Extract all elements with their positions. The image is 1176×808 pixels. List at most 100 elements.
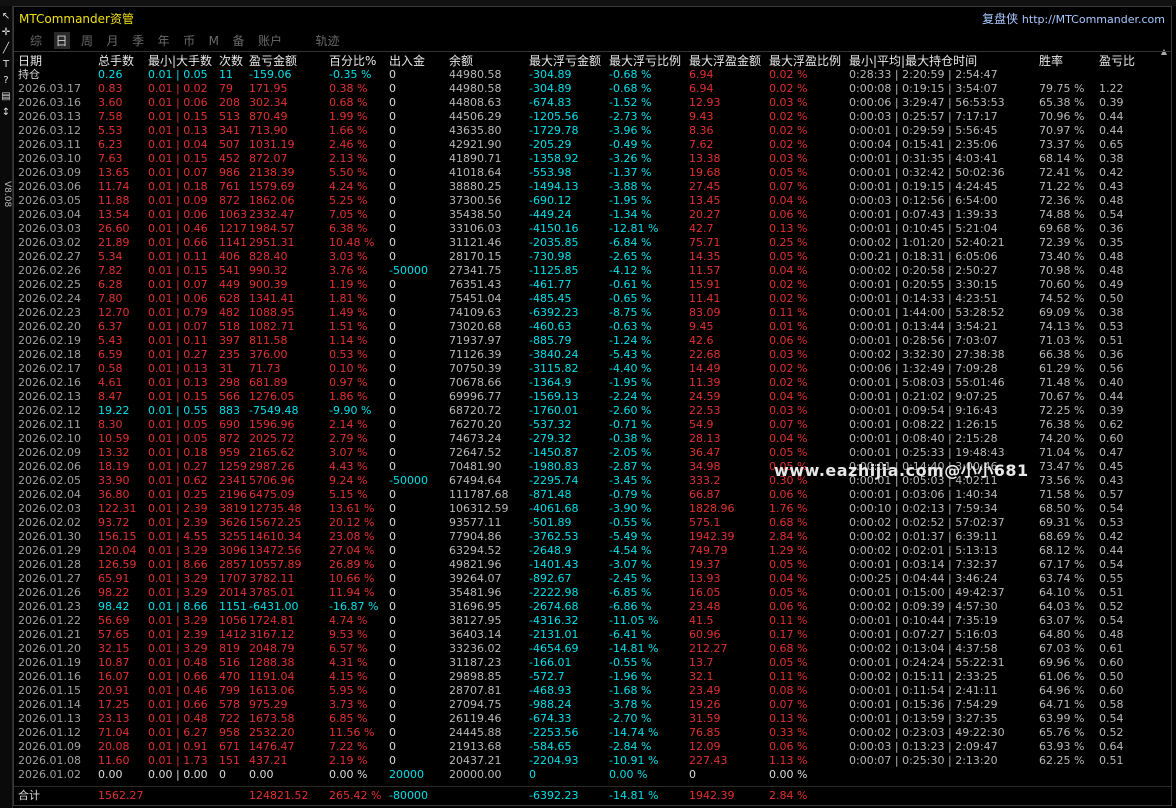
tab-trace[interactable]: 轨迹 xyxy=(314,32,342,49)
tab-summary[interactable]: 综 xyxy=(28,32,44,49)
table-row[interactable]: 2026.01.20 32.15 0.01 | 3.29 819 2048.79 6.57… xyxy=(14,642,1171,656)
table-row[interactable]: 2026.01.22 56.69 0.01 | 3.29 1056 1724.81 4.7… xyxy=(14,614,1171,628)
table-row[interactable]: 2026.01.08 11.60 0.01 | 1.73 151 437.21 2.19 … xyxy=(14,754,1171,768)
table-row[interactable]: 2026.02.13 8.47 0.01 | 0.15 566 1276.05 1.86 … xyxy=(14,390,1171,404)
cell-max-float-profit: 31.59 xyxy=(689,712,721,725)
cell-max-float-loss-pct: -2.24 % xyxy=(609,390,652,403)
header-max-float-loss-pct[interactable]: 最大浮亏比例 xyxy=(609,54,681,68)
open-positions-row[interactable]: 持仓 0.26 0.01 | 0.05 11 -159.06 -0.35 % 0 44980.… xyxy=(14,68,1171,82)
header-total-lots[interactable]: 总手数 xyxy=(98,54,134,68)
tab-year[interactable]: 年 xyxy=(156,32,172,49)
header-cash-flow[interactable]: 出入金 xyxy=(389,54,425,68)
table-row[interactable]: 2026.02.24 7.80 0.01 | 0.06 628 1341.41 1.81 … xyxy=(14,292,1171,306)
table-row[interactable]: 2026.03.12 5.53 0.01 | 0.13 341 713.90 1.66 %… xyxy=(14,124,1171,138)
table-row[interactable]: 2026.01.13 23.13 0.01 | 0.48 722 1673.58 6.85… xyxy=(14,712,1171,726)
cell-hold-time: 0:00:01 | 0:31:35 | 4:03:41 xyxy=(849,152,998,165)
totals-percent: 265.42 % xyxy=(329,789,382,802)
cell-pl-ratio: 0.48 xyxy=(1099,250,1124,263)
table-row[interactable]: 2026.03.09 13.65 0.01 | 0.07 986 2138.39 5.50… xyxy=(14,166,1171,180)
crosshair-icon[interactable]: ✛ xyxy=(0,26,12,40)
table-row[interactable]: 2026.02.17 0.58 0.01 | 0.13 31 71.73 0.10 % 0 7… xyxy=(14,362,1171,376)
cell-max-float-loss-pct: -0.79 % xyxy=(609,488,652,501)
header-profit[interactable]: 盈亏金额 xyxy=(249,54,297,68)
table-row[interactable]: 2026.01.27 65.91 0.01 | 3.29 1707 3782.11 10.… xyxy=(14,572,1171,586)
line-icon[interactable]: ╱ xyxy=(0,42,12,56)
table-row[interactable]: 2026.02.19 5.43 0.01 | 0.11 397 811.58 1.14 %… xyxy=(14,334,1171,348)
tab-day[interactable]: 日 xyxy=(53,32,70,49)
tab-month[interactable]: 月 xyxy=(105,32,121,49)
table-row[interactable]: 2026.01.23 98.42 0.01 | 8.66 1151 -6431.00 -1… xyxy=(14,600,1171,614)
table-row[interactable]: 2026.03.16 3.60 0.01 | 0.06 208 302.34 0.68 %… xyxy=(14,96,1171,110)
table-row[interactable]: 2026.02.27 5.34 0.01 | 0.11 406 828.40 3.03 %… xyxy=(14,250,1171,264)
header-min-max-lots[interactable]: 最小|大手数 xyxy=(148,54,212,68)
table-row[interactable]: 2026.02.03 122.31 0.01 | 2.39 3819 12735.48 1… xyxy=(14,502,1171,516)
table-row[interactable]: 2026.02.26 7.82 0.01 | 0.15 541 990.32 3.76 %… xyxy=(14,264,1171,278)
table-row[interactable]: 2026.01.26 98.22 0.01 | 3.29 2014 3785.01 11.… xyxy=(14,586,1171,600)
table-row[interactable]: 2026.03.05 11.88 0.01 | 0.09 872 1862.06 5.25… xyxy=(14,194,1171,208)
cell-win-rate: 61.06 % xyxy=(1039,670,1085,683)
table-row[interactable]: 2026.01.15 20.91 0.01 | 0.46 799 1613.06 5.95… xyxy=(14,684,1171,698)
cell-profit: 828.40 xyxy=(249,250,288,263)
table-row[interactable]: 2026.03.03 26.60 0.01 | 0.46 1217 1984.57 6.3… xyxy=(14,222,1171,236)
table-row[interactable]: 2026.03.04 13.54 0.01 | 0.06 1063 2332.47 7.0… xyxy=(14,208,1171,222)
header-max-float-loss[interactable]: 最大浮亏金额 xyxy=(529,54,601,68)
table-row[interactable]: 2026.02.20 6.37 0.01 | 0.07 518 1082.71 1.51 … xyxy=(14,320,1171,334)
text-icon[interactable]: T xyxy=(0,58,12,72)
cell-pl-ratio: 0.45 xyxy=(1099,460,1124,473)
site-url[interactable]: http://MTCommander.com xyxy=(1022,13,1165,26)
header-balance[interactable]: 余额 xyxy=(449,54,473,68)
cell-cash-flow: 0 xyxy=(389,558,396,571)
table-row[interactable]: 2026.02.04 36.80 0.01 | 0.25 2196 6475.09 5.1… xyxy=(14,488,1171,502)
header-pl-ratio[interactable]: 盈亏比 xyxy=(1099,54,1135,68)
table-row[interactable]: 2026.01.14 17.25 0.01 | 0.66 578 975.29 3.73 … xyxy=(14,698,1171,712)
cell-total-lots: 0.00 xyxy=(98,768,123,781)
arrow-icon[interactable]: ↕ xyxy=(0,106,12,120)
table-row[interactable]: 2026.01.28 126.59 0.01 | 8.66 2857 10557.89 2… xyxy=(14,558,1171,572)
tab-m[interactable]: M xyxy=(207,34,221,48)
table-row[interactable]: 2026.02.23 12.70 0.01 | 0.79 482 1088.95 1.49… xyxy=(14,306,1171,320)
help-icon[interactable]: ? xyxy=(0,74,12,88)
table-row[interactable]: 2026.01.30 156.15 0.01 | 4.55 3255 14610.34 2… xyxy=(14,530,1171,544)
cell-win-rate: 71.48 % xyxy=(1039,376,1085,389)
table-row[interactable]: 2026.02.12 19.22 0.01 | 0.55 883 -7549.48 -9.… xyxy=(14,404,1171,418)
cell-hold-time: 0:00:01 | 0:09:54 | 9:16:43 xyxy=(849,404,998,417)
table-row[interactable]: 2026.02.25 6.28 0.01 | 0.07 449 900.39 1.19 %… xyxy=(14,278,1171,292)
table-row[interactable]: 2026.02.16 4.61 0.01 | 0.13 298 681.89 0.97 %… xyxy=(14,376,1171,390)
table-row[interactable]: 2026.02.10 10.59 0.01 | 0.05 872 2025.72 2.79… xyxy=(14,432,1171,446)
cursor-icon[interactable]: ↖ xyxy=(0,10,12,24)
header-win-rate[interactable]: 胜率 xyxy=(1039,54,1063,68)
site-link[interactable]: 复盘侠 http://MTCommander.com xyxy=(982,10,1165,27)
chart-icon[interactable]: ▤ xyxy=(0,90,12,104)
table-row[interactable]: 2026.02.11 8.30 0.01 | 0.05 690 1596.96 2.14 … xyxy=(14,418,1171,432)
tab-account[interactable]: 账户 xyxy=(256,32,284,49)
cell-balance: 43635.80 xyxy=(449,124,502,137)
table-row[interactable]: 2026.01.12 71.04 0.01 | 6.27 958 2532.20 11.5… xyxy=(14,726,1171,740)
table-row[interactable]: 2026.03.06 11.74 0.01 | 0.18 761 1579.69 4.24… xyxy=(14,180,1171,194)
table-row[interactable]: 2026.01.09 20.08 0.01 | 0.91 671 1476.47 7.22… xyxy=(14,740,1171,754)
table-row[interactable]: 2026.01.19 10.87 0.01 | 0.48 516 1288.38 4.31… xyxy=(14,656,1171,670)
header-percent[interactable]: 百分比% xyxy=(329,54,376,68)
table-row[interactable]: 2026.02.18 6.59 0.01 | 0.27 235 376.00 0.53 %… xyxy=(14,348,1171,362)
tab-week[interactable]: 周 xyxy=(79,32,95,49)
cell-cash-flow: 0 xyxy=(389,586,396,599)
tab-currency[interactable]: 币 xyxy=(181,32,197,49)
header-max-float-profit[interactable]: 最大浮盈金额 xyxy=(689,54,761,68)
table-row[interactable]: 2026.03.13 7.58 0.01 | 0.15 513 870.49 1.99 %… xyxy=(14,110,1171,124)
table-row[interactable]: 2026.03.17 0.83 0.01 | 0.02 79 171.95 0.38 % 0… xyxy=(14,82,1171,96)
header-max-float-profit-pct[interactable]: 最大浮盈比例 xyxy=(769,54,841,68)
table-row[interactable]: 2026.03.11 6.23 0.01 | 0.04 507 1031.19 2.46 … xyxy=(14,138,1171,152)
table-row[interactable]: 2026.01.21 57.65 0.01 | 2.39 1412 3167.12 9.5… xyxy=(14,628,1171,642)
header-date[interactable]: 日期 xyxy=(18,54,42,68)
table-row[interactable]: 2026.03.02 21.89 0.01 | 0.66 1141 2951.31 10.… xyxy=(14,236,1171,250)
table-row[interactable]: 2026.02.02 93.72 0.01 | 2.39 3626 15672.25 20… xyxy=(14,516,1171,530)
cell-total-lots: 11.74 xyxy=(98,180,130,193)
header-hold-time[interactable]: 最小|平均|最大持仓时间 xyxy=(849,54,977,68)
tab-quarter[interactable]: 季 xyxy=(130,32,146,49)
tab-notes[interactable]: 备 xyxy=(230,32,246,49)
cell-balance: 39264.07 xyxy=(449,572,502,585)
table-row[interactable]: 2026.01.02 0.00 0.00 | 0.00 0 0.00 0.00 % 2000… xyxy=(14,768,1171,782)
table-row[interactable]: 2026.01.29 120.04 0.01 | 3.29 3096 13472.56 2… xyxy=(14,544,1171,558)
table-row[interactable]: 2026.01.16 16.07 0.01 | 0.66 470 1191.04 4.15… xyxy=(14,670,1171,684)
table-row[interactable]: 2026.03.10 7.63 0.01 | 0.15 452 872.07 2.13 %… xyxy=(14,152,1171,166)
header-count[interactable]: 次数 xyxy=(219,54,243,68)
